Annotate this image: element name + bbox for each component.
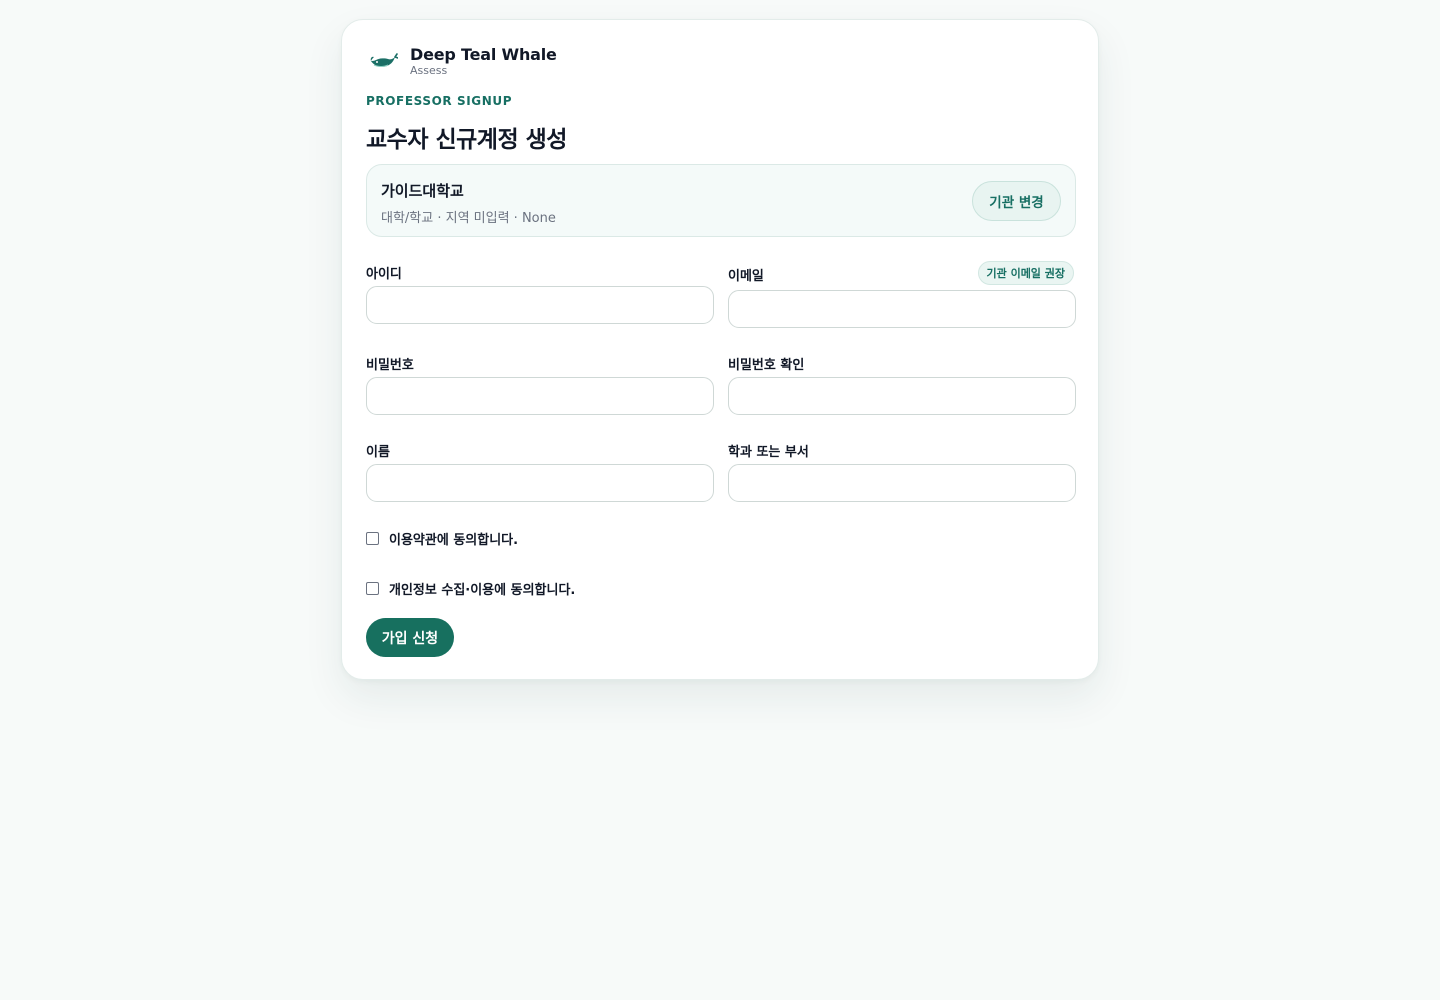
password-field[interactable]: [366, 377, 714, 415]
terms-label: 이용약관에 동의합니다.: [389, 533, 519, 548]
brand-subtitle: Assess: [410, 63, 448, 77]
change-institution-button[interactable]: 기관 변경: [972, 181, 1061, 221]
name-label: 이름: [366, 445, 390, 460]
institution-name: 가이드대학교: [381, 182, 464, 200]
email-hint-badge: 기관 이메일 권장: [977, 261, 1074, 285]
signup-card: Deep Teal Whale Assess PROFESSOR SIGNUP …: [341, 19, 1099, 680]
password-label: 비밀번호: [366, 358, 414, 373]
institution-meta: 대학/학교 · 지역 미입력 · None: [381, 211, 556, 226]
submit-signup-button[interactable]: 가입 신청: [366, 618, 454, 657]
privacy-consent-row[interactable]: 개인정보 수집·이용에 동의합니다.: [366, 579, 575, 598]
department-field[interactable]: [728, 464, 1076, 502]
email-label: 이메일: [728, 269, 764, 284]
password-confirm-field[interactable]: [728, 377, 1076, 415]
brand: Deep Teal Whale Assess: [366, 44, 557, 78]
email-field[interactable]: [728, 290, 1076, 328]
privacy-checkbox[interactable]: [366, 582, 379, 595]
whale-icon: [366, 44, 400, 78]
brand-name: Deep Teal Whale: [410, 44, 557, 64]
id-label: 아이디: [366, 267, 402, 282]
institution-panel: 가이드대학교 대학/학교 · 지역 미입력 · None 기관 변경: [366, 164, 1076, 237]
privacy-label: 개인정보 수집·이용에 동의합니다.: [389, 583, 576, 598]
password-confirm-label: 비밀번호 확인: [728, 358, 805, 373]
page-title: 교수자 신규계정 생성: [366, 127, 567, 153]
id-field[interactable]: [366, 286, 714, 324]
terms-checkbox[interactable]: [366, 532, 379, 545]
department-label: 학과 또는 부서: [728, 445, 809, 460]
name-field[interactable]: [366, 464, 714, 502]
page-eyebrow: PROFESSOR SIGNUP: [366, 94, 513, 108]
terms-consent-row[interactable]: 이용약관에 동의합니다.: [366, 529, 518, 548]
